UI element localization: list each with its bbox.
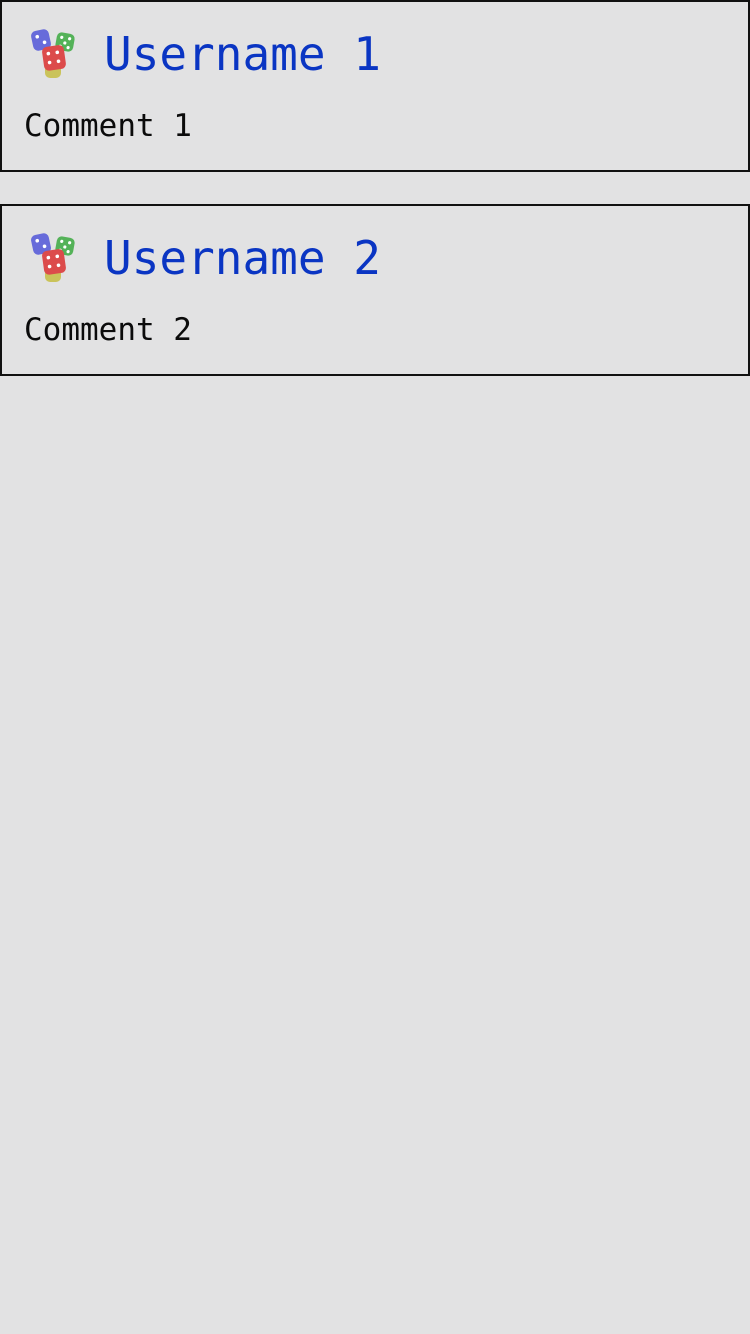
username[interactable]: Username 2 [104,228,381,288]
comment-text: Comment 1 [24,108,192,144]
comment-text: Comment 2 [24,312,192,348]
username[interactable]: Username 1 [104,24,381,84]
comment-card[interactable]: Username 1 Comment 1 [0,0,750,172]
dice-icon [29,26,79,80]
comment-card[interactable]: Username 2 Comment 2 [0,204,750,376]
dice-icon [29,230,79,284]
comment-list: Username 1 Comment 1 Username 2 Comment … [0,0,750,408]
